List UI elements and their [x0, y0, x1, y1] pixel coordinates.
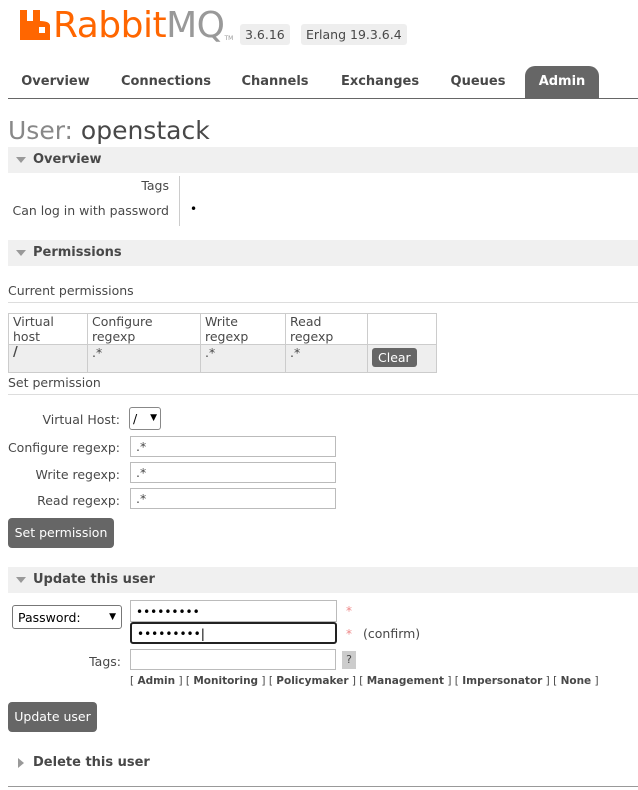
- section-update-user-title: Update this user: [33, 572, 155, 587]
- clear-permission-button[interactable]: Clear: [372, 348, 417, 367]
- column-header: Write regexp: [200, 313, 286, 345]
- column-header: Virtual host: [8, 313, 88, 345]
- login-label: Can log in with password: [12, 203, 169, 218]
- rabbitmq-logo[interactable]: RabbitMQ TM: [20, 6, 233, 46]
- chevron-down-icon: ▼: [150, 413, 157, 423]
- table-cell-action: Clear: [367, 344, 437, 373]
- brand-main: Rabbit: [53, 5, 167, 46]
- password-confirm-input[interactable]: •••••••••|: [130, 622, 337, 644]
- bottom-divider: [8, 786, 638, 787]
- table-cell-vhost: /: [8, 344, 88, 373]
- rabbitmq-logo-icon: [20, 10, 50, 40]
- collapse-arrow-icon: [16, 577, 26, 583]
- chevron-down-icon: ▼: [109, 611, 116, 622]
- password-required-mark: *: [346, 604, 352, 618]
- section-permissions-title: Permissions: [33, 245, 122, 260]
- tag-option-none[interactable]: None: [561, 675, 592, 687]
- update-user-button[interactable]: Update user: [8, 702, 97, 732]
- version-badge: 3.6.16: [240, 24, 290, 45]
- brand-wordmark: RabbitMQ: [53, 6, 225, 46]
- confirm-required-mark: *: [346, 627, 352, 641]
- configure-regexp-label: Configure regexp:: [7, 440, 120, 455]
- column-header: Configure regexp: [87, 313, 201, 345]
- facts-divider: [179, 176, 180, 226]
- vhost-select[interactable]: / ▼: [129, 407, 161, 430]
- tag-option-impersonator[interactable]: Impersonator: [462, 675, 542, 687]
- section-overview-header[interactable]: Overview: [8, 147, 638, 173]
- column-header: [367, 313, 437, 345]
- page-title-label: User:: [8, 116, 73, 145]
- table-header-row: Virtual host Configure regexp Write rege…: [8, 313, 437, 345]
- expand-arrow-icon: [18, 758, 24, 768]
- table-row: / .* .* .* Clear: [8, 344, 437, 373]
- brand-accent: MQ: [166, 5, 225, 46]
- password-confirm-value: •••••••••: [137, 627, 201, 641]
- brand-trademark: TM: [224, 35, 234, 42]
- collapse-arrow-icon: [16, 157, 26, 163]
- page-title-username: openstack: [80, 116, 210, 145]
- read-regexp-label: Read regexp:: [37, 493, 120, 508]
- section-delete-user-header[interactable]: Delete this user: [8, 750, 638, 776]
- tags-label: Tags: [141, 178, 169, 193]
- current-permissions-heading: Current permissions: [8, 283, 638, 303]
- confirm-label: (confirm): [363, 626, 421, 641]
- tag-option-policymaker[interactable]: Policymaker: [276, 675, 348, 687]
- password-input[interactable]: •••••••••: [130, 600, 337, 622]
- vhost-label: Virtual Host:: [42, 412, 121, 427]
- erlang-version-badge: Erlang 19.3.6.4: [301, 24, 407, 45]
- configure-regexp-input[interactable]: [130, 436, 336, 457]
- permissions-table: Virtual host Configure regexp Write rege…: [8, 313, 437, 373]
- vhost-select-value: /: [133, 411, 138, 426]
- update-tags-input[interactable]: [130, 649, 336, 670]
- tag-option-monitoring[interactable]: Monitoring: [193, 675, 258, 687]
- tab-connections[interactable]: Connections: [114, 66, 218, 98]
- table-cell-configure: .*: [87, 344, 201, 373]
- tab-overview[interactable]: Overview: [12, 66, 99, 98]
- login-value: •: [190, 202, 198, 216]
- set-permission-heading: Set permission: [8, 375, 638, 395]
- page-title: User: openstack: [8, 116, 210, 145]
- password-input-value: •••••••••: [136, 605, 200, 619]
- update-tags-label: Tags:: [89, 654, 121, 669]
- tab-exchanges[interactable]: Exchanges: [333, 66, 427, 98]
- tag-option-management[interactable]: Management: [367, 675, 444, 687]
- table-cell-read: .*: [285, 344, 368, 373]
- section-permissions-header[interactable]: Permissions: [8, 240, 638, 266]
- main-nav-tabs: Overview Connections Channels Exchanges …: [8, 66, 638, 99]
- read-regexp-input[interactable]: [130, 488, 336, 509]
- write-regexp-input[interactable]: [130, 462, 336, 483]
- section-overview-title: Overview: [33, 152, 102, 167]
- tab-channels[interactable]: Channels: [233, 66, 317, 98]
- table-cell-write: .*: [200, 344, 286, 373]
- collapse-arrow-icon: [16, 250, 26, 256]
- section-update-user-header[interactable]: Update this user: [8, 567, 638, 593]
- section-delete-user-title: Delete this user: [33, 755, 150, 770]
- password-mode-select[interactable]: Password: ▼: [12, 605, 122, 629]
- write-regexp-label: Write regexp:: [35, 467, 120, 482]
- column-header: Read regexp: [285, 313, 368, 345]
- password-mode-value: Password:: [18, 609, 81, 625]
- tags-help-button[interactable]: ?: [342, 651, 356, 669]
- tab-queues[interactable]: Queues: [442, 66, 514, 98]
- tag-options-list: [ Admin ] [ Monitoring ] [ Policymaker ]…: [130, 675, 599, 687]
- tag-option-admin[interactable]: Admin: [137, 675, 175, 687]
- tab-admin[interactable]: Admin: [525, 66, 599, 98]
- set-permission-button[interactable]: Set permission: [8, 518, 114, 548]
